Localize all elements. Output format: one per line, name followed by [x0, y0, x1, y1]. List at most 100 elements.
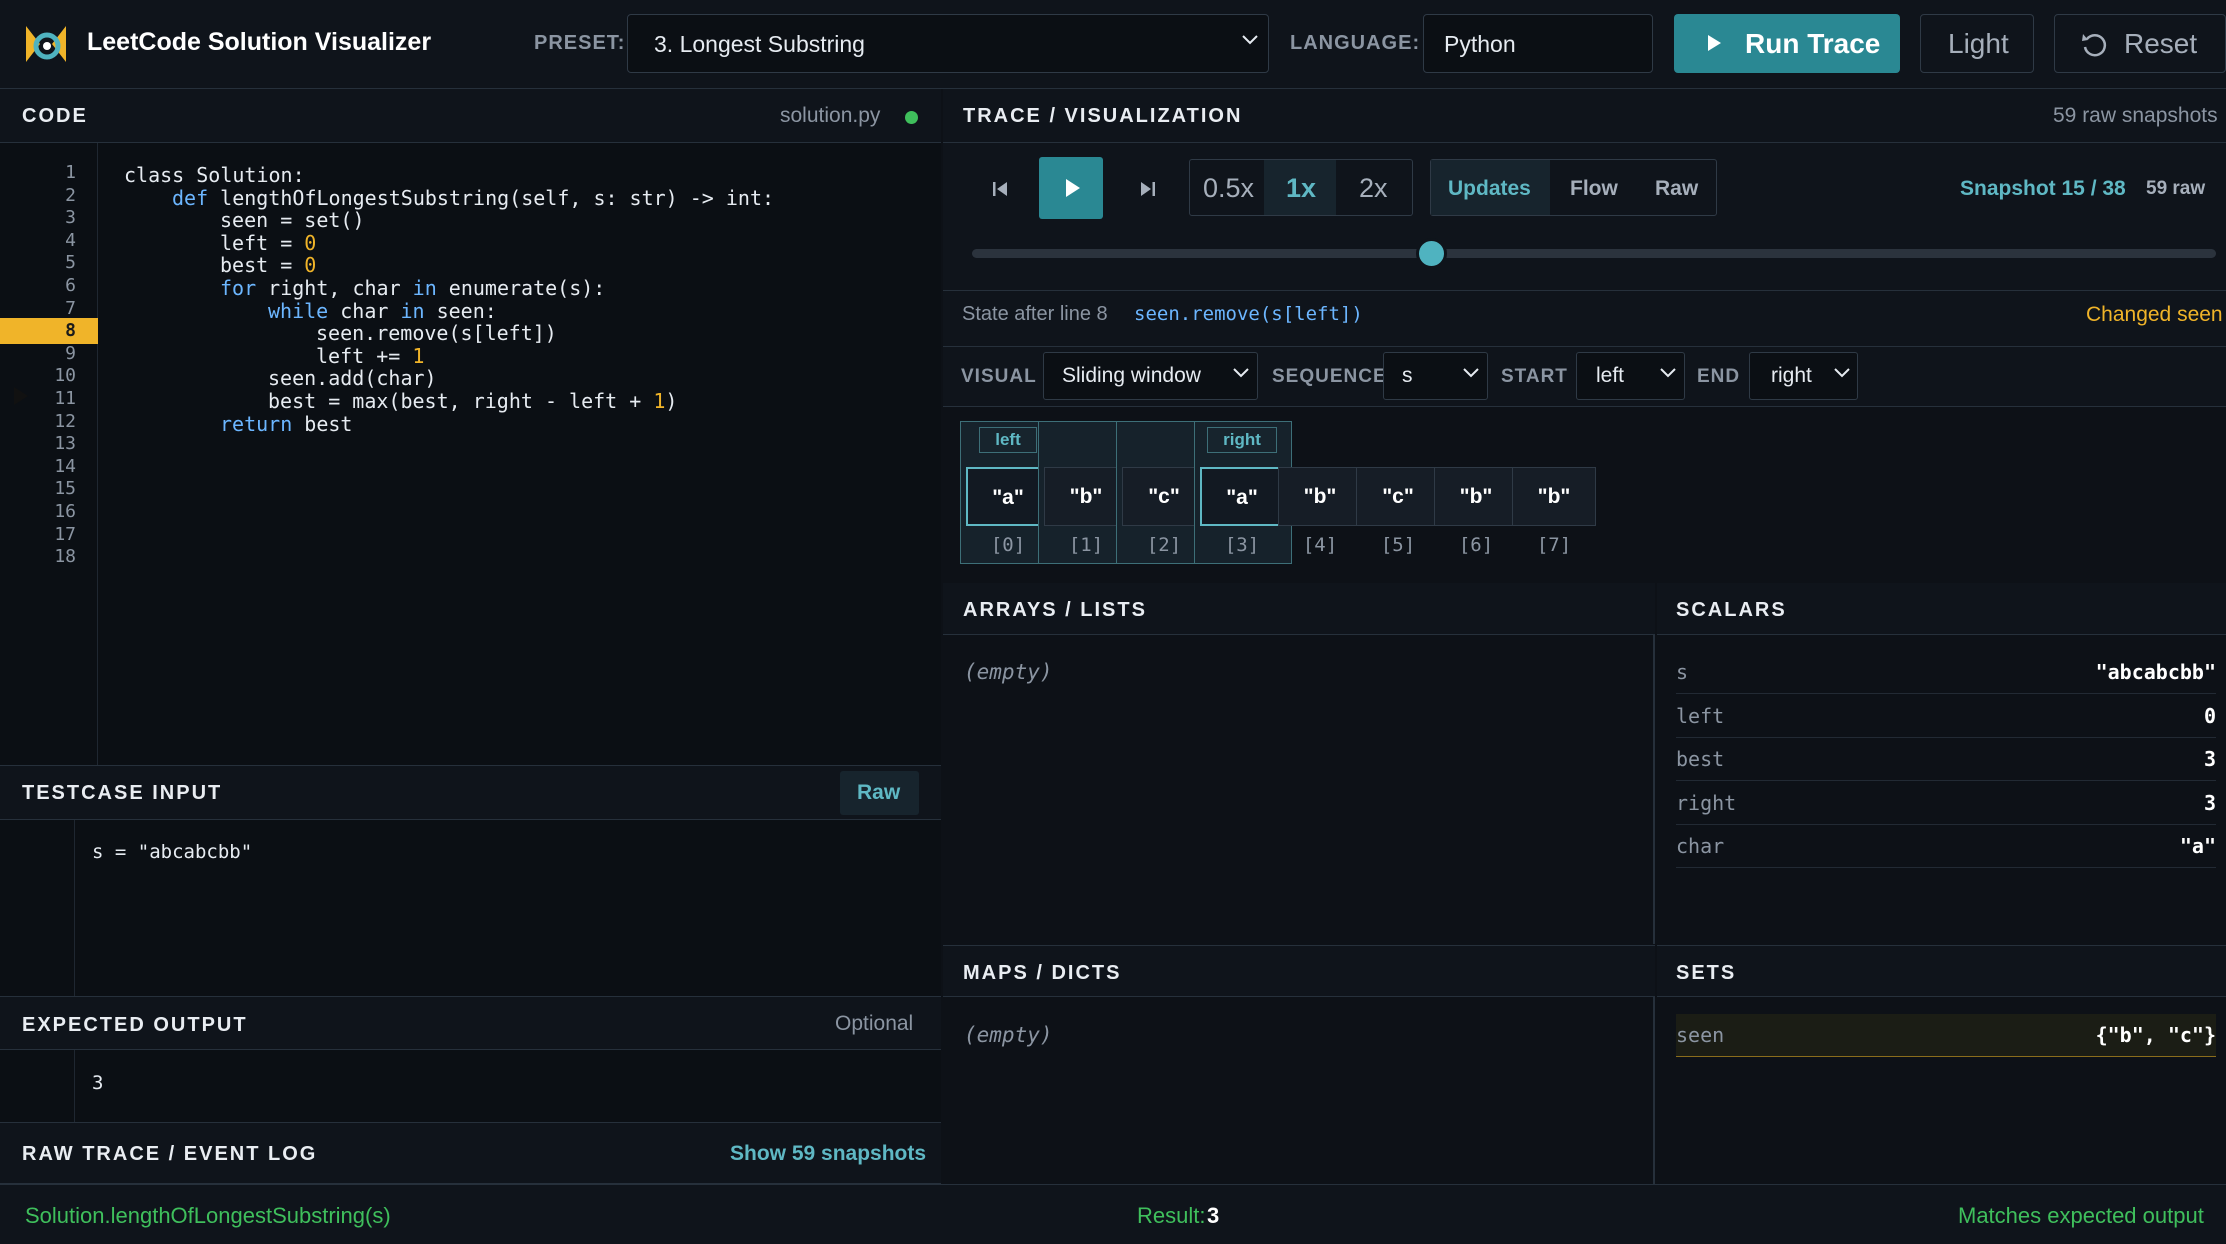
chevron-down-icon: [1834, 368, 1850, 378]
line-number: 9: [65, 342, 76, 364]
code-token: enumerate(s):: [436, 276, 606, 300]
code-token: left =: [220, 230, 305, 255]
code-token: seen.remove(s[left]): [316, 321, 557, 346]
scalar-name: char: [1676, 834, 1725, 859]
arrays-title: ARRAYS / LISTS: [963, 599, 1147, 621]
mode-flow-button[interactable]: Flow: [1570, 177, 1618, 201]
line-number: 3: [65, 207, 76, 229]
pointer-tag-left: left: [979, 427, 1037, 453]
scalar-value: 0: [2203, 703, 2216, 728]
testcase-title: TESTCASE INPUT: [22, 782, 223, 804]
state-code: seen.remove(s[left]): [1134, 303, 1363, 325]
app-logo-icon: [26, 26, 66, 62]
snapshot-slider-track[interactable]: [972, 249, 2216, 258]
code-token: class Solution:: [124, 163, 305, 187]
arrays-empty: (empty): [964, 660, 1053, 684]
cell-index: [3]: [1224, 534, 1260, 556]
maps-title: MAPS / DICTS: [963, 962, 1122, 984]
file-status-dot: [905, 111, 918, 124]
testcase-gutter: [0, 820, 75, 996]
maps-empty: (empty): [964, 1023, 1053, 1047]
code-line: seen = set(): [220, 208, 365, 232]
sequence-cell: "a": [1200, 467, 1284, 526]
language-value: Python: [1444, 31, 1516, 57]
visual-caption: VISUAL: [961, 366, 1037, 387]
line-number: 5: [65, 252, 76, 274]
start-caption: START: [1501, 366, 1568, 387]
scalar-name: best: [1676, 747, 1725, 772]
line-number: 6: [65, 275, 76, 296]
code-line: while char in seen:: [268, 299, 497, 323]
code-token: while: [268, 298, 329, 323]
code-line: class Solution:: [124, 163, 305, 187]
code-token: left +=: [316, 343, 413, 368]
code-token: right, char: [256, 276, 413, 300]
code-token: char: [328, 298, 401, 323]
function-call-label: Solution.lengthOfLongestSubstring(s): [25, 1203, 391, 1228]
code-token: in: [400, 298, 425, 323]
code-token: seen.add(char): [268, 366, 437, 391]
code-line: left = 0: [220, 231, 316, 255]
expected-gutter: [0, 1050, 75, 1122]
line-number-gutter: 1 2 3 4 5 6 7 8 9 10 11 12 13 14 15 16 17 18: [0, 143, 98, 765]
pointer-tag-right: right: [1207, 427, 1277, 453]
scalar-row-best: [1676, 737, 2216, 782]
show-snapshots-link[interactable]: Show 59 snapshots: [730, 1142, 926, 1166]
scalar-name: right: [1676, 790, 1737, 815]
set-name: seen: [1676, 1023, 1725, 1047]
sequence-cell: "b": [1512, 467, 1596, 526]
mode-updates-button[interactable]: Updates: [1448, 177, 1531, 201]
code-line: best = 0: [220, 253, 316, 277]
chevron-down-icon: [1233, 368, 1249, 378]
light-theme-label: Light: [1948, 28, 2009, 59]
play-icon: [1708, 35, 1721, 51]
speed-2x-button[interactable]: 2x: [1359, 173, 1388, 204]
code-token: return: [220, 411, 293, 436]
result-label: Result:: [1137, 1203, 1206, 1228]
speed-0.5x-button[interactable]: 0.5x: [1203, 173, 1254, 204]
cell-index: [4]: [1302, 534, 1338, 556]
cell-index: [7]: [1536, 534, 1572, 556]
code-token: def: [172, 185, 209, 210]
reset-label: Reset: [2124, 28, 2198, 59]
set-value: {"b", "c"}: [2095, 1023, 2216, 1047]
chevron-down-icon: [1660, 368, 1676, 378]
app-title: LeetCode Solution Visualizer: [87, 28, 432, 56]
line-number: 12: [54, 410, 76, 432]
testcase-text: s = "abcabcbb": [92, 841, 253, 863]
speed-1x-button[interactable]: 1x: [1286, 173, 1316, 204]
code-line: seen.add(char): [268, 366, 437, 390]
scalar-value: "a": [2179, 834, 2216, 859]
end-caption: END: [1697, 366, 1741, 387]
sets-title: SETS: [1676, 962, 1737, 984]
scalar-value: 3: [2203, 747, 2216, 772]
visual-value: Sliding window: [1062, 364, 1201, 387]
chevron-down-icon: [1242, 35, 1258, 45]
end-value: right: [1771, 364, 1812, 387]
sequence-value: s: [1402, 364, 1413, 387]
scalars-title: SCALARS: [1676, 599, 1787, 621]
code-token: seen:: [424, 298, 497, 323]
scalar-row-left: [1676, 694, 2216, 738]
line-number: 4: [65, 229, 76, 251]
line-number: 1: [65, 162, 76, 183]
line-number: 10: [54, 365, 76, 387]
current-line-arrow-icon: [14, 387, 28, 405]
expected-output-input[interactable]: [0, 1050, 941, 1122]
line-number: 18: [54, 546, 76, 568]
code-line: return best: [220, 412, 352, 436]
mode-raw-button[interactable]: Raw: [1655, 177, 1698, 201]
sequence-cell: "b": [1278, 467, 1362, 526]
code-token: seen = set(): [220, 208, 365, 233]
raw-snapshot-count: 59 raw snapshots: [2053, 104, 2218, 127]
sequence-caption: SEQUENCE: [1272, 366, 1387, 387]
language-label: LANGUAGE:: [1290, 32, 1421, 54]
code-token: 0: [304, 230, 317, 255]
snapshot-counter: Snapshot 15 / 38: [1960, 177, 2126, 200]
expected-hint: Optional: [835, 1012, 914, 1035]
skip-to-start-icon[interactable]: [985, 174, 1015, 204]
reset-icon: [2082, 34, 2107, 57]
raw-trace-title: RAW TRACE / EVENT LOG: [22, 1143, 318, 1165]
file-name: solution.py: [780, 104, 881, 127]
skip-to-end-icon[interactable]: [1133, 174, 1163, 204]
